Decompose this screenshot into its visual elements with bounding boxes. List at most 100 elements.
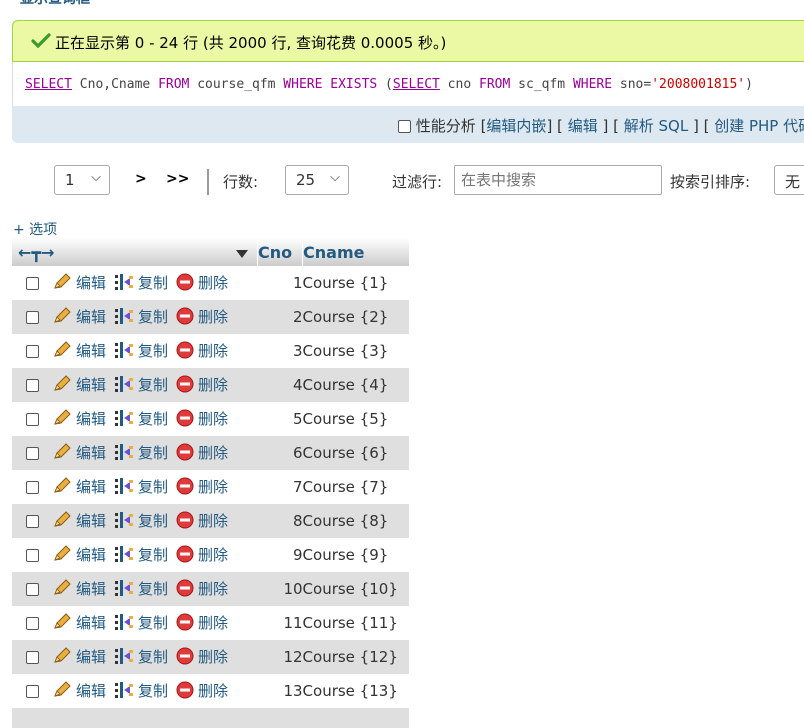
options-link[interactable]: + 选项 xyxy=(13,219,57,239)
cell-cname[interactable]: Course {6} xyxy=(302,436,409,470)
edit-row-button[interactable]: 编辑 xyxy=(52,306,106,329)
copy-row-button[interactable]: 复制 xyxy=(114,306,168,329)
sort-by-index-select[interactable]: 无 xyxy=(774,165,804,195)
cell-cno[interactable]: 5 xyxy=(258,402,303,436)
edit-link[interactable]: 编辑 xyxy=(568,117,598,135)
delete-row-button[interactable]: 删除 xyxy=(176,408,228,431)
edit-row-button[interactable]: 编辑 xyxy=(52,340,106,363)
row-checkbox[interactable] xyxy=(25,447,39,460)
cell-cno[interactable]: 3 xyxy=(258,334,303,368)
row-checkbox[interactable] xyxy=(25,311,39,324)
table-row: 编辑 复制 删除 8 Course {8} xyxy=(12,504,409,538)
cell-cname[interactable]: Course {11} xyxy=(303,606,409,640)
row-checkbox[interactable] xyxy=(25,481,39,494)
sql-keyword-link[interactable]: SELECT xyxy=(393,77,440,92)
edit-row-button[interactable]: 编辑 xyxy=(52,408,106,431)
delete-row-button[interactable]: 删除 xyxy=(176,510,228,533)
edit-row-button[interactable]: 编辑 xyxy=(52,510,106,533)
cell-cno[interactable]: 11 xyxy=(258,606,302,640)
delete-row-button[interactable]: 删除 xyxy=(176,340,228,363)
copy-row-button[interactable]: 复制 xyxy=(114,578,168,601)
edit-row-button[interactable]: 编辑 xyxy=(52,646,106,669)
create-php-link[interactable]: 创建 PHP 代码 xyxy=(714,117,804,135)
edit-row-button[interactable]: 编辑 xyxy=(52,374,106,397)
cell-cname[interactable]: Course {3} xyxy=(303,334,409,368)
profiling-checkbox[interactable] xyxy=(398,120,411,133)
cell-cname[interactable]: Course {2} xyxy=(302,300,409,334)
copy-row-button[interactable]: 复制 xyxy=(114,510,168,533)
cell-cname[interactable]: Course {13} xyxy=(303,674,409,708)
delete-row-button[interactable]: 删除 xyxy=(176,578,228,601)
copy-row-button[interactable]: 复制 xyxy=(114,612,168,635)
column-header-cno[interactable]: Cno xyxy=(257,238,303,266)
edit-row-button[interactable]: 编辑 xyxy=(52,442,106,465)
cell-cno[interactable]: 7 xyxy=(258,470,303,504)
copy-row-button[interactable]: 复制 xyxy=(114,544,168,567)
row-checkbox[interactable] xyxy=(25,345,39,358)
delete-row-button[interactable]: 删除 xyxy=(176,442,228,465)
row-checkbox[interactable] xyxy=(25,651,39,664)
last-page-button[interactable]: >> xyxy=(166,171,189,187)
delete-row-button[interactable]: 删除 xyxy=(176,544,228,567)
copy-row-button[interactable]: 复制 xyxy=(114,680,168,703)
cell-cname[interactable]: Course {9} xyxy=(303,538,409,572)
copy-row-button[interactable]: 复制 xyxy=(114,408,168,431)
page-select[interactable]: 1 ⌵ xyxy=(54,165,110,195)
row-checkbox[interactable] xyxy=(25,617,39,630)
delete-row-button[interactable]: 删除 xyxy=(176,612,228,635)
edit-row-button[interactable]: 编辑 xyxy=(52,680,106,703)
cell-cno[interactable]: 4 xyxy=(257,368,303,402)
column-header-cname[interactable]: Cname xyxy=(302,238,409,266)
edit-row-button[interactable]: 编辑 xyxy=(52,578,106,601)
delete-row-button[interactable]: 删除 xyxy=(176,306,228,329)
cell-cno[interactable]: 12 xyxy=(257,640,303,674)
row-checkbox[interactable] xyxy=(25,549,39,562)
explain-sql-link[interactable]: 解析 SQL xyxy=(624,117,688,135)
resize-arrows-icon[interactable]: ←┳→ xyxy=(12,243,54,262)
copy-row-button[interactable]: 复制 xyxy=(114,442,168,465)
cell-cname[interactable]: Course {7} xyxy=(303,470,409,504)
delete-row-button[interactable]: 删除 xyxy=(176,646,228,669)
copy-row-button[interactable]: 复制 xyxy=(114,272,168,295)
cell-cname[interactable]: Course {4} xyxy=(302,368,409,402)
row-checkbox[interactable] xyxy=(25,583,39,596)
edit-row-button[interactable]: 编辑 xyxy=(52,272,106,295)
copy-row-button[interactable]: 复制 xyxy=(114,476,168,499)
row-checkbox[interactable] xyxy=(25,379,39,392)
cell-cname[interactable]: Course {12} xyxy=(302,640,409,674)
delete-row-button[interactable]: 删除 xyxy=(176,272,228,295)
cell-cno[interactable]: 6 xyxy=(257,436,303,470)
next-page-button[interactable]: > xyxy=(135,171,147,187)
copy-row-button[interactable]: 复制 xyxy=(114,374,168,397)
pencil-icon xyxy=(52,476,72,499)
cell-cno[interactable]: 10 xyxy=(257,572,303,606)
delete-row-button[interactable]: 删除 xyxy=(176,680,228,703)
filter-search-input[interactable] xyxy=(454,165,662,195)
sort-triangle-icon[interactable] xyxy=(235,243,257,262)
cell-cno[interactable]: 8 xyxy=(257,504,303,538)
cell-cname[interactable]: Course {5} xyxy=(303,402,409,436)
edit-row-button[interactable]: 编辑 xyxy=(52,612,106,635)
cell-cname[interactable]: Course {8} xyxy=(302,504,409,538)
delete-row-button[interactable]: 删除 xyxy=(176,476,228,499)
copy-row-button[interactable]: 复制 xyxy=(114,340,168,363)
sql-keyword-link[interactable]: SELECT xyxy=(25,77,72,92)
edit-inline-link[interactable]: 编辑内嵌 xyxy=(486,117,546,135)
row-actions: 编辑 复制 删除 xyxy=(52,538,258,572)
row-checkbox[interactable] xyxy=(25,413,39,426)
cell-cname[interactable]: Course {1} xyxy=(303,266,409,300)
row-checkbox[interactable] xyxy=(25,277,39,290)
row-checkbox[interactable] xyxy=(25,515,39,528)
cell-cno[interactable]: 13 xyxy=(258,674,302,708)
edit-row-button[interactable]: 编辑 xyxy=(52,544,106,567)
cell-cname[interactable]: Course {10} xyxy=(302,572,409,606)
row-checkbox[interactable] xyxy=(25,685,39,698)
cell-cno[interactable]: 9 xyxy=(258,538,303,572)
cell-cno[interactable]: 1 xyxy=(258,266,303,300)
cell-cno[interactable]: 2 xyxy=(257,300,303,334)
delete-icon xyxy=(176,681,194,703)
copy-row-button[interactable]: 复制 xyxy=(114,646,168,669)
rows-per-page-select[interactable]: 25 ⌵ xyxy=(285,165,349,195)
edit-row-button[interactable]: 编辑 xyxy=(52,476,106,499)
delete-row-button[interactable]: 删除 xyxy=(176,374,228,397)
